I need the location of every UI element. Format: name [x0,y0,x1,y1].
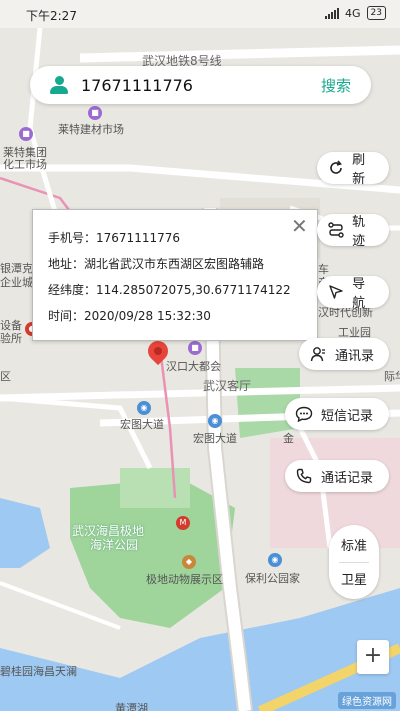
residence-icon: ◉ [268,553,282,567]
map-label: 宏图大道 [193,432,237,445]
map-type-switcher: 标准 卫星 [329,525,379,599]
status-bar: 下午2:27 4G 23 [0,0,400,28]
building-icon: ■ [19,127,33,141]
standard-map-button[interactable]: 标准 [329,535,379,554]
close-icon[interactable]: ✕ [291,214,308,238]
map-label: 莱特建材市场 [58,123,124,136]
address-row: 地址：湖北省武汉市东西湖区宏图路辅路 [48,257,265,271]
contacts-button[interactable]: 通讯录 [299,338,389,370]
network-type: 4G [345,6,361,20]
navigate-button[interactable]: 导航 [317,276,389,311]
map-label: 区 [0,370,11,383]
phone-row: 手机号：17671111776 [48,231,180,245]
map-label: 碧桂园海昌天澜 [0,665,77,678]
signal-icon [325,7,340,19]
location-info-popup: ✕ 手机号：17671111776 地址：湖北省武汉市东西湖区宏图路辅路 经纬度… [32,209,318,341]
map-label: 黄潭湖 [115,702,148,711]
divider [339,562,369,563]
map-label: 验所 [0,332,22,345]
search-button[interactable]: 搜索 [321,75,351,96]
map-label: 金 [283,432,294,445]
satellite-map-button[interactable]: 卫星 [329,569,379,588]
battery-icon: 23 [366,6,386,20]
coords-row: 经纬度：114.285072075,30.6771174122 [48,283,291,297]
building-icon: ■ [188,341,202,355]
watermark: 绿色资源网 [338,692,396,709]
phone-value: 17671111776 [96,231,180,245]
map-label: 极地动物展示区 [146,573,223,586]
search-bar: 搜索 [30,66,371,104]
navigation-arrow-icon [327,283,344,301]
time-row: 时间：2020/09/28 15:32:30 [48,309,211,323]
map-label: 企业城 [0,276,33,289]
map-label: 海洋公园 [90,538,139,552]
zoom-in-button[interactable]: + [357,640,389,674]
map-label: 化工市场 [3,158,47,171]
sms-records-button[interactable]: 短信记录 [285,398,389,430]
building-icon: ■ [88,106,102,120]
address-value: 湖北省武汉市东西湖区宏图路辅路 [84,257,265,271]
coords-value: 114.285072075,30.6771174122 [96,283,291,297]
map-label: 际华 [384,370,400,383]
map-label: 武汉客厅 [203,379,252,393]
map-label: 汉口大都会 [166,360,221,373]
phone-icon [295,467,313,485]
status-icons: 4G 23 [325,6,386,20]
track-button[interactable]: 轨迹 [317,214,389,249]
refresh-button[interactable]: 刷新 [317,152,389,187]
map-label: 保利公园家 [245,572,300,585]
contacts-icon [309,345,327,363]
phone-search-input[interactable] [81,72,301,98]
metro-icon: ◉ [208,414,222,428]
time-value: 2020/09/28 15:32:30 [84,309,211,323]
attraction-icon: ◆ [182,555,196,569]
restaurant-icon: M [176,516,190,530]
status-time: 下午2:27 [26,9,77,23]
metro-icon: ◉ [137,401,151,415]
call-records-button[interactable]: 通话记录 [285,460,389,492]
message-icon [295,405,313,423]
user-icon [49,76,69,94]
refresh-icon [327,159,344,177]
map-label: 宏图大道 [120,418,164,431]
route-icon [327,221,344,239]
